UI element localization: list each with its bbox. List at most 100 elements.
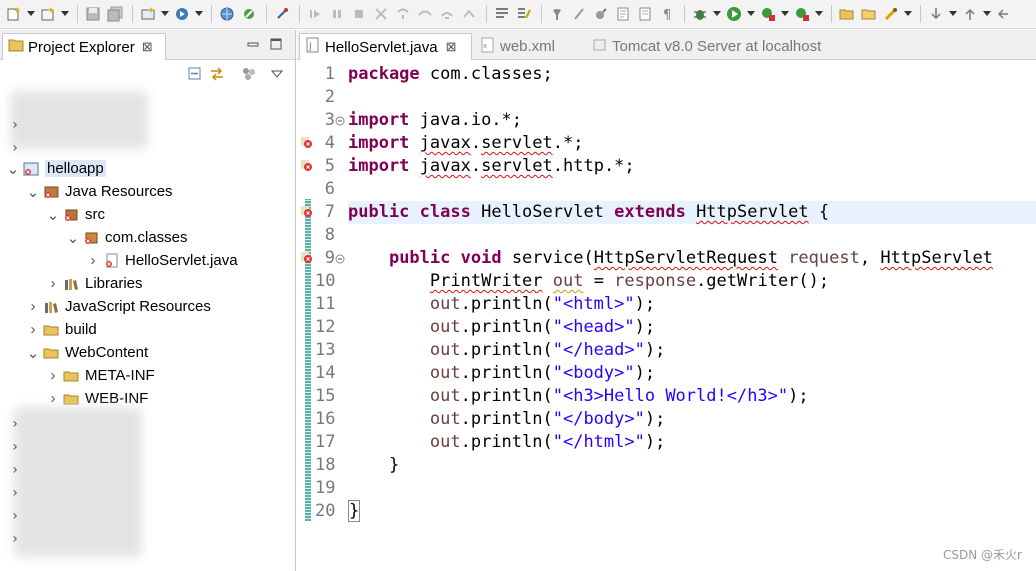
error-icon[interactable] xyxy=(301,206,313,218)
chevron-right-icon[interactable]: › xyxy=(8,416,22,432)
open-project-icon[interactable] xyxy=(859,4,879,24)
chevron-down-icon[interactable]: ⌄ xyxy=(6,161,20,178)
tree-item-javascript-resources[interactable]: › JavaScript Resources xyxy=(0,295,295,318)
disconnect-icon[interactable] xyxy=(371,4,391,24)
fold-icon[interactable] xyxy=(335,252,345,264)
maximize-icon[interactable] xyxy=(270,38,282,50)
code-editor[interactable]: 1 2 3 4 5 6 7 8 9 10 11 12 13 14 15 16 1… xyxy=(297,61,1036,571)
tree-item-java-resources[interactable]: ⌄ Java Resources xyxy=(0,180,295,203)
tree-item-helloapp[interactable]: ⌄ helloapp xyxy=(0,157,295,180)
drop-to-frame-icon[interactable] xyxy=(459,4,479,24)
link-with-editor-icon[interactable] xyxy=(208,65,226,83)
step-return-icon[interactable] xyxy=(437,4,457,24)
tree-item-webcontent[interactable]: ⌄ WebContent xyxy=(0,341,295,364)
chevron-down-icon[interactable] xyxy=(814,4,823,24)
code-text: ); xyxy=(644,432,666,452)
tree-item-build[interactable]: › build xyxy=(0,318,295,341)
previous-annotation-icon[interactable] xyxy=(960,4,980,24)
error-icon[interactable] xyxy=(301,137,313,149)
tab-project-explorer[interactable]: Project Explorer ⊠ xyxy=(2,33,166,60)
minimize-icon[interactable] xyxy=(247,38,259,50)
tab-helloservlet-java[interactable]: J HelloServlet.java ⊠ xyxy=(299,33,472,60)
open-folder-icon[interactable] xyxy=(837,4,857,24)
chevron-down-icon[interactable] xyxy=(160,4,169,24)
chevron-right-icon[interactable]: › xyxy=(8,531,22,547)
chevron-right-icon[interactable]: › xyxy=(8,117,22,133)
coverage-icon[interactable] xyxy=(547,4,567,24)
use-step-filters-icon[interactable] xyxy=(492,4,512,24)
fold-icon[interactable] xyxy=(335,114,345,126)
view-menu-icon[interactable] xyxy=(268,65,286,83)
chevron-down-icon[interactable] xyxy=(948,4,957,24)
chevron-down-icon[interactable] xyxy=(26,4,35,24)
chevron-down-icon[interactable] xyxy=(780,4,789,24)
string-literal: "<head>" xyxy=(552,317,635,337)
chevron-down-icon[interactable] xyxy=(60,4,69,24)
tree-item-libraries[interactable]: › Libraries xyxy=(0,272,295,295)
back-icon[interactable] xyxy=(994,4,1014,24)
chevron-right-icon[interactable]: › xyxy=(8,439,22,455)
suspend-icon[interactable] xyxy=(327,4,347,24)
collapse-all-icon[interactable] xyxy=(186,65,204,83)
chevron-down-icon[interactable]: ⌄ xyxy=(26,184,40,201)
resume-icon[interactable] xyxy=(305,4,325,24)
globe-icon[interactable] xyxy=(217,4,237,24)
error-icon[interactable] xyxy=(301,160,313,172)
step-into-icon[interactable] xyxy=(393,4,413,24)
chevron-right-icon[interactable]: › xyxy=(26,298,40,315)
code-text-area[interactable]: package com.classes; import java.io.*; i… xyxy=(348,61,1036,571)
run-icon[interactable] xyxy=(724,4,744,24)
tree-item-meta-inf[interactable]: › META-INF xyxy=(0,364,295,387)
watermark: CSDN @禾火r xyxy=(943,548,1022,562)
chevron-right-icon[interactable]: › xyxy=(86,252,100,269)
chevron-right-icon[interactable]: › xyxy=(8,485,22,501)
step-over-icon[interactable] xyxy=(415,4,435,24)
chevron-down-icon[interactable] xyxy=(746,4,755,24)
chevron-right-icon[interactable]: › xyxy=(46,275,60,292)
tree-item-com-classes[interactable]: ⌄ com.classes xyxy=(0,226,295,249)
pin-icon[interactable] xyxy=(272,4,292,24)
chevron-right-icon[interactable]: › xyxy=(8,508,22,524)
save-icon[interactable] xyxy=(83,4,103,24)
tab-web-xml[interactable]: x web.xml xyxy=(475,33,555,60)
next-annotation-icon[interactable] xyxy=(926,4,946,24)
chevron-down-icon[interactable]: ⌄ xyxy=(46,207,60,224)
tab-tomcat-server[interactable]: Tomcat v8.0 Server at localhost xyxy=(587,33,821,60)
chevron-right-icon[interactable]: › xyxy=(8,462,22,478)
run-server-icon[interactable] xyxy=(792,4,812,24)
code-text: java.io.*; xyxy=(409,110,523,130)
chevron-down-icon[interactable] xyxy=(982,4,991,24)
document-icon[interactable] xyxy=(635,4,655,24)
close-icon[interactable]: ⊠ xyxy=(446,39,457,55)
chevron-down-icon[interactable]: ⌄ xyxy=(66,230,80,247)
new-server-icon[interactable] xyxy=(138,4,158,24)
document-icon[interactable] xyxy=(613,4,633,24)
chevron-down-icon[interactable] xyxy=(194,4,203,24)
chevron-right-icon[interactable]: › xyxy=(46,367,60,384)
open-type-icon[interactable] xyxy=(591,4,611,24)
run-external-icon[interactable] xyxy=(758,4,778,24)
chevron-down-icon[interactable]: ⌄ xyxy=(26,345,40,362)
tree-item-helloservlet-java[interactable]: › HelloServlet.java xyxy=(0,249,295,272)
run-config-icon[interactable] xyxy=(172,4,192,24)
chevron-right-icon[interactable]: › xyxy=(26,321,40,338)
refresh-icon[interactable] xyxy=(569,4,589,24)
toggle-mark-icon[interactable] xyxy=(881,4,901,24)
quick-diff-bar xyxy=(305,199,311,521)
debug-config-icon[interactable] xyxy=(514,4,534,24)
debug-icon[interactable] xyxy=(690,4,710,24)
focus-icon[interactable] xyxy=(240,65,258,83)
new-file-icon[interactable] xyxy=(4,4,24,24)
chevron-right-icon[interactable]: › xyxy=(46,390,60,407)
chevron-down-icon[interactable] xyxy=(712,4,721,24)
show-whitespace-icon[interactable]: ¶ xyxy=(657,4,677,24)
new-wizard-icon[interactable] xyxy=(38,4,58,24)
save-all-icon[interactable] xyxy=(105,4,125,24)
chevron-right-icon[interactable]: › xyxy=(8,140,22,156)
external-tools-icon[interactable] xyxy=(239,4,259,24)
chevron-down-icon[interactable] xyxy=(903,4,912,24)
tree-item-src[interactable]: ⌄ src xyxy=(0,203,295,226)
error-icon[interactable] xyxy=(301,252,313,264)
close-icon[interactable]: ⊠ xyxy=(142,39,153,55)
terminate-icon[interactable] xyxy=(349,4,369,24)
